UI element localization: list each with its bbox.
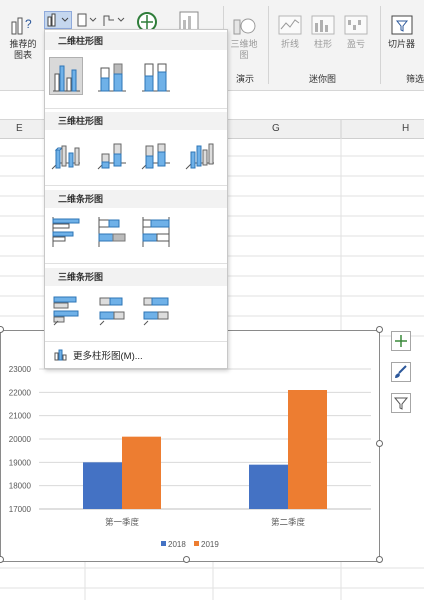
filter-icon [393,397,409,410]
3d-column-icon [185,143,214,170]
3d-map-icon [233,18,256,35]
3d-100-stacked-bar-icon [143,297,169,326]
3d-map-button[interactable]: 三维地 图 [228,14,260,61]
gallery-divider [45,341,227,342]
recommended-charts-label: 推荐的 图表 [9,39,37,60]
paintbrush-icon [395,365,407,378]
chart-elements-button[interactable] [391,331,411,351]
sparkline-column-label: 柱形 [313,39,332,49]
column-chart-gallery: 二维柱形图 三维柱形图 二维条形图 三维条形图 更多柱形图(M)... [44,29,228,369]
sparkline-line-button[interactable]: 折线 [278,14,302,50]
ribbon-separator [380,6,381,84]
section-2d-bar: 二维条形图 [45,190,227,208]
sparkline-column-icon [311,15,335,35]
100-stacked-column-option[interactable] [140,58,172,94]
clustered-bar-icon [52,217,80,247]
legend-label: 2019 [201,540,219,549]
bar-2019 [288,390,327,509]
y-tick-label: 21000 [9,412,32,421]
plus-icon [395,335,407,347]
y-tick-label: 17000 [9,505,32,514]
clustered-bar-option[interactable] [50,214,82,250]
column-chart-icon [47,13,69,27]
3d-map-label: 三维地 图 [230,39,258,60]
chart-resize-handle[interactable] [376,556,383,563]
sparklines-group-label: 迷你图 [309,74,337,84]
slicer-button[interactable]: 切片器 [388,14,415,50]
slicer-icon [391,15,412,35]
sparkline-winloss-label: 盈亏 [346,39,365,49]
slicer-label: 切片器 [388,39,416,49]
3d-100-stacked-column-icon [141,143,170,170]
100-stacked-column-icon [142,63,170,92]
hierarchy-chart-icon[interactable] [102,12,126,28]
recommended-charts-icon: ? [11,17,32,35]
section-3d-column: 三维柱形图 [45,112,227,130]
more-column-charts-item[interactable]: 更多柱形图(M)... [54,348,143,362]
svg-text:?: ? [25,17,32,31]
3d-100-stacked-bar-option[interactable] [140,292,172,328]
bar-2018 [249,464,288,509]
filter-group-label: 筛选 [406,74,424,84]
more-column-charts-label: 更多柱形图(M)... [73,351,143,362]
100-stacked-bar-icon [142,217,170,247]
y-tick-label: 22000 [9,388,32,397]
chart-resize-handle[interactable] [376,440,383,447]
3d-stacked-bar-icon [99,297,125,326]
chart-resize-handle[interactable] [183,556,190,563]
y-tick-label: 18000 [9,482,32,491]
column-chart-small-icon [54,349,67,361]
recommended-charts-button[interactable]: ? 推荐的 图表 [8,14,38,61]
sparkline-winloss-icon [344,15,368,35]
x-category-label: 第二季度 [271,517,306,527]
tours-group-label: 演示 [236,74,255,84]
3d-column-option[interactable] [184,136,216,172]
sparkline-column-button[interactable]: 柱形 [311,14,335,50]
y-tick-label: 20000 [9,435,32,444]
stacked-bar-option[interactable] [96,214,128,250]
legend-swatch [194,541,199,546]
section-2d-column: 二维柱形图 [45,32,227,50]
line-chart-icon[interactable] [76,12,98,28]
clustered-column-icon [53,65,80,92]
3d-clustered-bar-option[interactable] [50,292,82,328]
chart-styles-button[interactable] [391,362,411,382]
sparkline-winloss-button[interactable]: 盈亏 [344,14,368,50]
bar-2019 [122,436,161,509]
3d-clustered-column-option[interactable] [50,136,82,172]
x-category-label: 第一季度 [105,517,140,527]
100-stacked-bar-option[interactable] [140,214,172,250]
y-tick-label: 23000 [9,365,32,374]
clustered-column-option[interactable] [49,57,83,95]
legend-label: 2018 [168,540,186,549]
legend-swatch [161,541,166,546]
3d-stacked-column-icon [97,143,126,170]
3d-100-stacked-column-option[interactable] [140,136,172,172]
bar-2018 [83,462,122,509]
gallery-divider [45,185,227,186]
sparkline-line-icon [278,15,302,35]
3d-stacked-bar-option[interactable] [96,292,128,328]
3d-clustered-bar-icon [53,296,79,326]
3d-stacked-column-option[interactable] [96,136,128,172]
ribbon-separator [268,6,269,84]
column-chart-dropdown-button[interactable] [44,11,72,29]
stacked-column-icon [98,63,126,92]
sparkline-line-label: 折线 [280,39,299,49]
section-3d-bar: 三维条形图 [45,268,227,286]
y-tick-label: 19000 [9,458,32,467]
gallery-divider [45,263,227,264]
stacked-column-option[interactable] [96,58,128,94]
3d-clustered-column-icon [51,145,80,170]
chart-filters-button[interactable] [391,393,411,413]
stacked-bar-icon [98,217,126,247]
chart-resize-handle[interactable] [376,326,383,333]
gallery-divider [45,108,227,109]
